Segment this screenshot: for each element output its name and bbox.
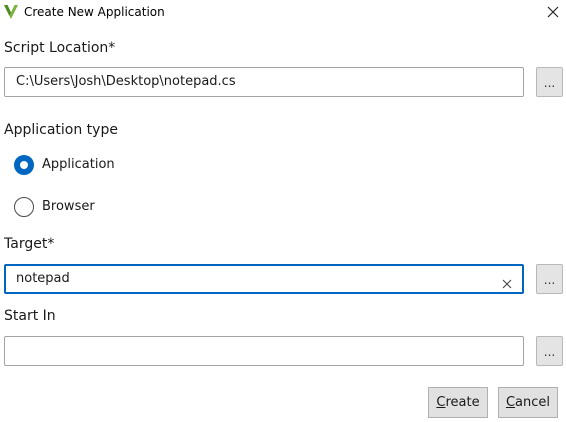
target-browse-button[interactable]: ...: [536, 264, 563, 294]
window-title: Create New Application: [24, 5, 165, 19]
browser-radio-label[interactable]: Browser: [42, 199, 95, 215]
application-radio[interactable]: [14, 155, 34, 175]
application-radio-label[interactable]: Application: [42, 157, 115, 173]
script-location-label: Script Location*: [4, 40, 116, 56]
script-location-value: C:\Users\Josh\Desktop\notepad.cs: [16, 74, 236, 89]
close-button[interactable]: [540, 0, 566, 24]
title-bar: Create New Application: [0, 0, 566, 24]
script-location-input[interactable]: C:\Users\Josh\Desktop\notepad.cs: [4, 67, 524, 97]
v-logo-icon: [3, 4, 19, 20]
close-icon: [547, 6, 559, 18]
browser-radio[interactable]: [14, 197, 34, 217]
cancel-access-key: C: [505, 395, 516, 410]
create-label: reate: [445, 395, 480, 410]
start-in-browse-button[interactable]: ...: [536, 336, 563, 366]
cancel-button[interactable]: Cancel: [498, 387, 558, 418]
target-label: Target*: [4, 236, 55, 252]
application-type-label: Application type: [4, 122, 118, 138]
start-in-input[interactable]: [4, 336, 524, 366]
cancel-label: ancel: [515, 395, 551, 410]
target-value: notepad: [16, 271, 70, 286]
create-button[interactable]: Create: [428, 387, 488, 418]
target-input[interactable]: notepad: [4, 264, 524, 294]
start-in-label: Start In: [4, 308, 56, 324]
clear-icon[interactable]: [502, 274, 512, 289]
script-location-browse-button[interactable]: ...: [536, 67, 563, 97]
